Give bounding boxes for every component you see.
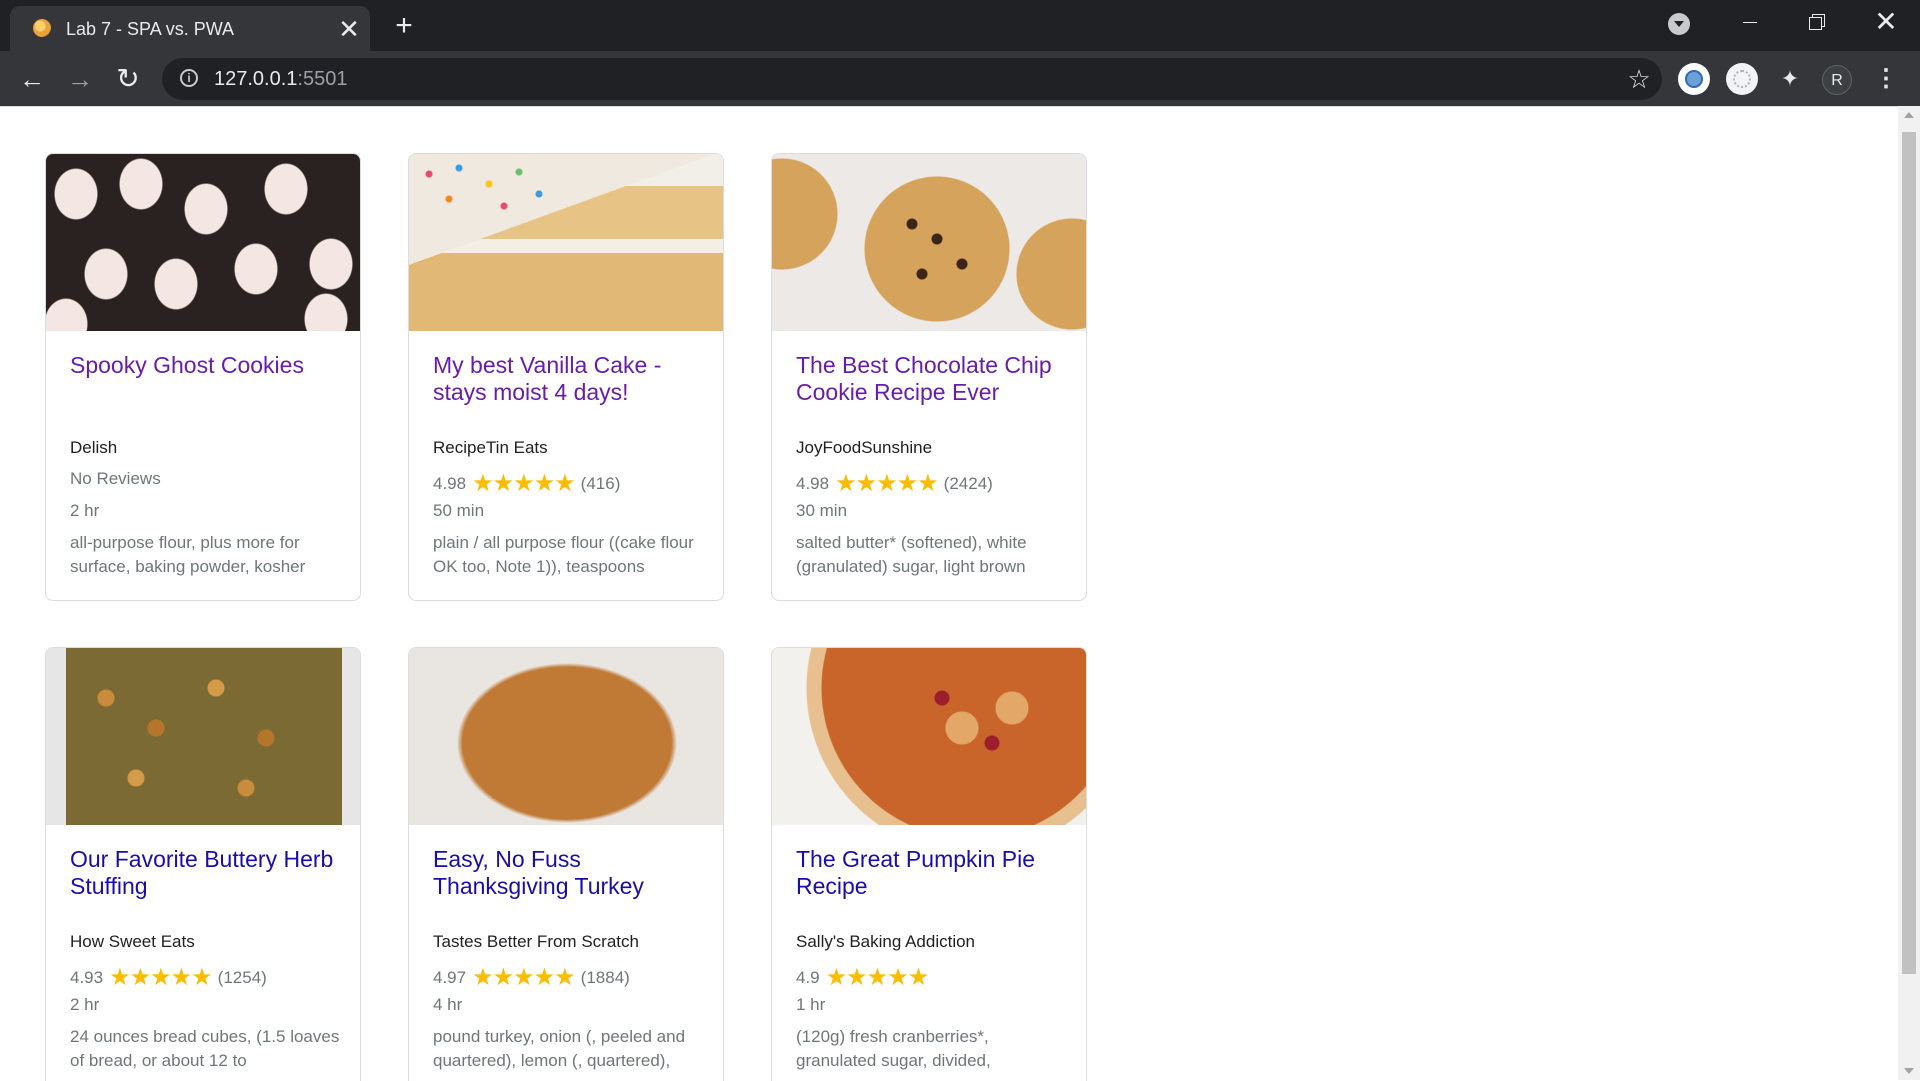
tab-search-icon[interactable] <box>1668 13 1690 35</box>
recipe-card[interactable]: The Great Pumpkin Pie Recipe Sally's Bak… <box>771 647 1087 1081</box>
recipe-title[interactable]: Our Favorite Buttery Herb Stuffing <box>70 846 345 900</box>
page-scrollbar[interactable] <box>1898 106 1920 1080</box>
recipe-rating: 4.98 ★★★★★ (416) <box>433 469 620 498</box>
tab-title: Lab 7 - SPA vs. PWA <box>66 19 235 39</box>
url-port: :5501 <box>297 68 348 90</box>
star-icon: ★★★★★ <box>825 964 930 991</box>
review-count: (2424) <box>943 474 993 493</box>
forward-icon[interactable]: → <box>64 63 96 95</box>
recipe-time: 4 hr <box>433 995 463 1014</box>
review-count: (1884) <box>580 968 630 987</box>
recipe-image <box>409 154 723 331</box>
recipe-source: How Sweet Eats <box>70 932 195 951</box>
reload-icon[interactable]: ↻ <box>112 63 144 95</box>
recipe-source: Sally's Baking Addiction <box>796 932 976 951</box>
recipe-card[interactable]: Easy, No Fuss Thanksgiving Turkey Tastes… <box>408 647 724 1081</box>
recipe-time: 30 min <box>796 501 848 520</box>
star-icon: ★★★★★ <box>109 964 213 991</box>
star-icon: ★★★★★ <box>835 470 939 497</box>
rating-value: 4.9 <box>796 968 820 987</box>
minimize-icon[interactable] <box>1736 8 1764 36</box>
page-viewport: Spooky Ghost Cookies Delish No Reviews 2… <box>0 106 1898 1081</box>
recipe-rating: 4.97 ★★★★★ (1884) <box>433 963 630 992</box>
restore-icon[interactable] <box>1802 8 1830 36</box>
avatar[interactable]: R <box>1822 65 1852 95</box>
recipe-card[interactable]: Spooky Ghost Cookies Delish No Reviews 2… <box>45 153 361 601</box>
scroll-down-icon[interactable] <box>1904 1068 1914 1074</box>
recipe-source: JoyFoodSunshine <box>796 438 933 457</box>
recipe-ingredients: (120g) fresh cranberries*, granulated su… <box>796 1027 991 1070</box>
rating-value: 4.97 <box>433 968 467 987</box>
recipe-ingredients: all-purpose flour, plus more for surface… <box>70 533 306 576</box>
tab-favicon <box>33 19 51 37</box>
star-icon: ★★★★★ <box>472 470 576 497</box>
recipe-source: RecipeTin Eats <box>433 438 548 457</box>
rating-value: 4.98 <box>796 474 830 493</box>
recipe-image <box>46 154 360 331</box>
recipe-source: Delish <box>70 438 118 457</box>
recipe-ingredients: salted butter* (softened), white (granul… <box>796 533 1027 576</box>
recipe-image <box>772 648 1086 825</box>
recipe-source: Tastes Better From Scratch <box>433 932 639 951</box>
recipe-rating: No Reviews <box>70 469 161 489</box>
browser-toolbar: ← → ↻ i 127.0.0.1:5501 ☆ ✦ R ⋮ <box>0 51 1920 106</box>
puzzle-icon[interactable]: ✦ <box>1774 63 1806 95</box>
review-count: (416) <box>580 474 621 493</box>
plus-icon[interactable]: + <box>388 10 420 42</box>
recipe-image <box>46 648 360 825</box>
tab-strip: Lab 7 - SPA vs. PWA ✕ + ✕ <box>0 0 1920 51</box>
url-text[interactable]: 127.0.0.1:5501 <box>214 68 347 91</box>
recipe-card[interactable]: Our Favorite Buttery Herb Stuffing How S… <box>45 647 361 1081</box>
recipe-image <box>409 648 723 825</box>
recipe-card[interactable]: My best Vanilla Cake - stays moist 4 day… <box>408 153 724 601</box>
recipe-title[interactable]: The Great Pumpkin Pie Recipe <box>796 846 1071 900</box>
close-window-icon[interactable]: ✕ <box>1870 6 1902 38</box>
url-host: 127.0.0.1 <box>214 68 298 90</box>
recipe-title[interactable]: Spooky Ghost Cookies <box>70 352 345 379</box>
address-bar[interactable]: i 127.0.0.1:5501 ☆ <box>162 58 1662 100</box>
extension-icon[interactable] <box>1726 63 1758 95</box>
scroll-up-icon[interactable] <box>1904 112 1914 118</box>
back-icon[interactable]: ← <box>16 63 48 95</box>
rating-value: 4.93 <box>70 968 104 987</box>
extension-icon[interactable] <box>1678 63 1710 95</box>
menu-icon[interactable]: ⋮ <box>1872 63 1900 95</box>
scrollbar-thumb[interactable] <box>1902 132 1916 974</box>
info-icon[interactable]: i <box>180 69 198 87</box>
no-reviews-label: No Reviews <box>70 469 161 488</box>
recipe-title[interactable]: My best Vanilla Cake - stays moist 4 day… <box>433 352 708 406</box>
recipe-time: 1 hr <box>796 995 826 1014</box>
recipe-image <box>772 154 1086 331</box>
recipe-title[interactable]: The Best Chocolate Chip Cookie Recipe Ev… <box>796 352 1071 406</box>
bookmark-star-icon[interactable]: ☆ <box>1624 64 1654 94</box>
recipe-ingredients: 24 ounces bread cubes, (1.5 loaves of br… <box>70 1027 340 1070</box>
recipe-rating: 4.93 ★★★★★ (1254) <box>70 963 267 992</box>
recipe-rating: 4.9 ★★★★★ <box>796 963 934 992</box>
recipe-rating: 4.98 ★★★★★ (2424) <box>796 469 993 498</box>
star-icon: ★★★★★ <box>472 964 576 991</box>
recipe-ingredients: pound turkey, onion (, peeled and quarte… <box>433 1027 686 1070</box>
recipe-ingredients: plain / all purpose flour ((cake flour O… <box>433 533 694 576</box>
recipe-title[interactable]: Easy, No Fuss Thanksgiving Turkey <box>433 846 708 900</box>
recipe-card[interactable]: The Best Chocolate Chip Cookie Recipe Ev… <box>771 153 1087 601</box>
recipe-time: 50 min <box>433 501 485 520</box>
close-icon[interactable]: ✕ <box>335 15 363 43</box>
rating-value: 4.98 <box>433 474 467 493</box>
review-count: (1254) <box>217 968 267 987</box>
recipe-time: 2 hr <box>70 501 100 520</box>
recipe-time: 2 hr <box>70 995 100 1014</box>
browser-tab[interactable]: Lab 7 - SPA vs. PWA ✕ <box>10 6 370 51</box>
